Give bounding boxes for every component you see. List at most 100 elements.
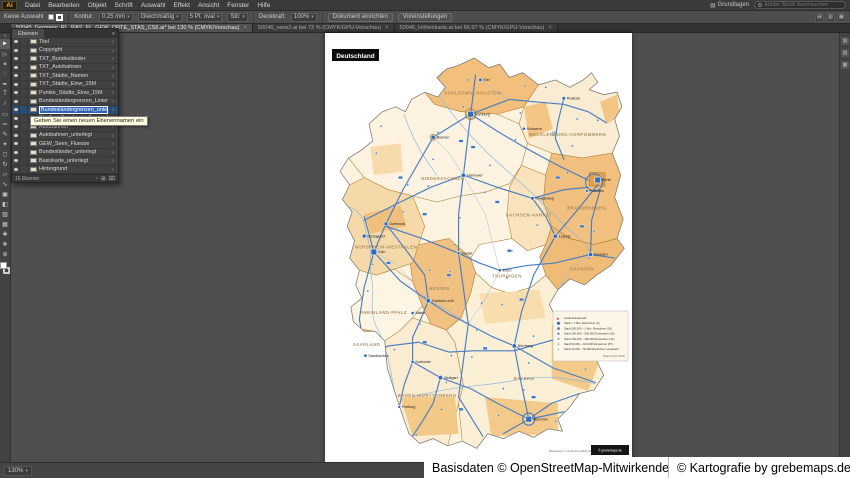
lock-cell[interactable] [22,72,28,80]
layer-row[interactable]: Bundesländergrenzen_Linien ○ [12,97,118,106]
visibility-eye-icon[interactable] [12,114,20,122]
fill-swatch[interactable] [48,14,55,20]
visibility-eye-icon[interactable] [12,89,20,97]
layer-target-icon[interactable]: ○ [110,141,116,146]
tab-ebenen[interactable]: Ebenen [12,29,44,38]
visibility-eye-icon[interactable] [12,46,20,54]
tool-eyedropper[interactable]: ✚ [0,229,10,239]
menu-datei[interactable]: Datei [21,2,44,9]
lock-cell[interactable] [22,148,28,156]
layer-row[interactable]: Copyright ○ [12,46,118,55]
layer-row[interactable]: Basiskarte_unterlegt ○ [12,157,118,166]
close-icon[interactable]: × [243,25,247,31]
search-input[interactable] [764,2,842,8]
menu-objekt[interactable]: Objekt [84,2,111,9]
arrange-icon[interactable]: ▦ [837,12,846,22]
menu-hilfe[interactable]: Hilfe [253,2,274,9]
lock-cell[interactable] [22,157,28,165]
close-icon[interactable]: × [548,25,552,31]
layer-target-icon[interactable]: ○ [110,39,116,44]
lock-cell[interactable] [22,106,28,114]
visibility-eye-icon[interactable] [12,123,20,131]
tool-eraser[interactable]: ◻ [0,149,10,159]
layer-target-icon[interactable]: ○ [110,107,116,112]
lock-cell[interactable] [22,46,28,54]
layer-row[interactable]: Bundesländer_unterlegt ○ [12,148,118,157]
layer-row[interactable]: Hintergrund ○ [12,165,118,174]
tool-gradient[interactable]: ▨ [0,209,10,219]
layer-name[interactable]: Hintergrund [39,166,108,172]
visibility-eye-icon[interactable] [12,165,20,173]
menu-bearbeiten[interactable]: Bearbeiten [44,2,83,9]
preferences-button[interactable]: Voreinstellungen [397,12,453,22]
tool-pen[interactable]: ✒ [0,79,10,89]
visibility-eye-icon[interactable] [12,63,20,71]
opacity-select[interactable]: 100% ▾ [290,12,317,22]
document-setup-button[interactable]: Dokument einrichten [327,12,393,22]
stroke-swatch[interactable] [56,13,64,21]
layer-target-icon[interactable]: ○ [110,82,116,87]
layer-row[interactable]: TXT_Städte_Namen ○ [12,72,118,81]
lock-cell[interactable] [22,114,28,122]
layer-target-icon[interactable]: ○ [110,48,116,53]
layer-name[interactable]: TXT_Städte_Einw_15M [39,81,108,87]
layer-name[interactable]: Titel [39,39,108,45]
layer-name[interactable]: TXT_Städte_Namen [39,73,108,79]
layer-target-icon[interactable]: ○ [110,150,116,155]
tool-shape-builder[interactable]: ◧ [0,199,10,209]
layer-target-icon[interactable]: ○ [110,73,116,78]
workspace-switcher[interactable]: ▦ Grundlagen [710,2,749,9]
tool-rectangle[interactable]: ▭ [0,109,10,119]
stock-search-box[interactable] [754,1,846,9]
swatches-panel-icon[interactable]: ▥ [841,49,849,57]
visibility-eye-icon[interactable] [12,80,20,88]
visibility-eye-icon[interactable] [12,148,20,156]
tool-width[interactable]: ∿ [0,179,10,189]
make-mask-icon[interactable]: ▫ [96,176,98,182]
new-layer-icon[interactable]: ⊞ [101,176,106,182]
document-tab[interactable]: 50046_Höhenkarte.ai bei 66,67 % (CMYK/GP… [394,24,558,32]
lock-cell[interactable] [22,140,28,148]
delete-layer-icon[interactable]: ⌧ [109,176,115,182]
tool-pencil[interactable]: ✎ [0,129,10,139]
layer-target-icon[interactable]: ○ [110,133,116,138]
lock-cell[interactable] [22,55,28,63]
layer-name[interactable]: Punkte_Städte_Einw_15M [39,90,108,96]
visibility-eye-icon[interactable] [12,106,20,114]
visibility-eye-icon[interactable] [12,157,20,165]
brush-select[interactable]: 5 Pt. oval ▾ [186,12,223,22]
visibility-eye-icon[interactable] [12,38,20,46]
lock-cell[interactable] [22,89,28,97]
lock-cell[interactable] [22,38,28,46]
visibility-eye-icon[interactable] [12,140,20,148]
layer-name[interactable]: Bundesländer_unterlegt [39,149,108,155]
layer-row[interactable]: TXT_Bundesländer ○ [12,55,118,64]
layer-target-icon[interactable]: ○ [110,56,116,61]
lock-cell[interactable] [22,97,28,105]
layer-name[interactable]: Basiskarte_unterlegt [39,158,108,164]
tool-lasso[interactable]: ◌ [0,69,10,79]
layer-row[interactable]: Bundesländergrenzen_unterlegt○ [12,105,118,115]
layer-rename-input[interactable]: Bundesländergrenzen_unterlegt [39,105,108,114]
visibility-eye-icon[interactable] [12,55,20,63]
align-icon[interactable]: ▤ [815,12,824,22]
menu-ansicht[interactable]: Ansicht [194,2,223,9]
layer-name[interactable]: Copyright [39,47,108,53]
layer-target-icon[interactable]: ○ [110,158,116,163]
tool-zoom[interactable]: ⊕ [0,249,10,259]
menu-effekt[interactable]: Effekt [169,2,194,9]
fill-stroke-indicator[interactable] [0,262,10,274]
tool-rotate[interactable]: ↻ [0,159,10,169]
layer-row[interactable]: GEW_Seen_Fluesse ○ [12,140,118,149]
visibility-eye-icon[interactable] [12,72,20,80]
tool-scale[interactable]: ▱ [0,169,10,179]
tool-paintbrush[interactable]: ✑ [0,119,10,129]
tool-selection[interactable]: ► [0,39,10,49]
distribute-icon[interactable]: ▥ [826,12,835,22]
tool-mesh[interactable]: ▦ [0,219,10,229]
tool-line-segment[interactable]: ∕ [0,99,10,109]
visibility-eye-icon[interactable] [12,97,20,105]
tool-shaper[interactable]: ✦ [0,139,10,149]
layer-row[interactable]: Punkte_Städte_Einw_15M ○ [12,89,118,98]
tool-magic-wand[interactable]: ✶ [0,59,10,69]
